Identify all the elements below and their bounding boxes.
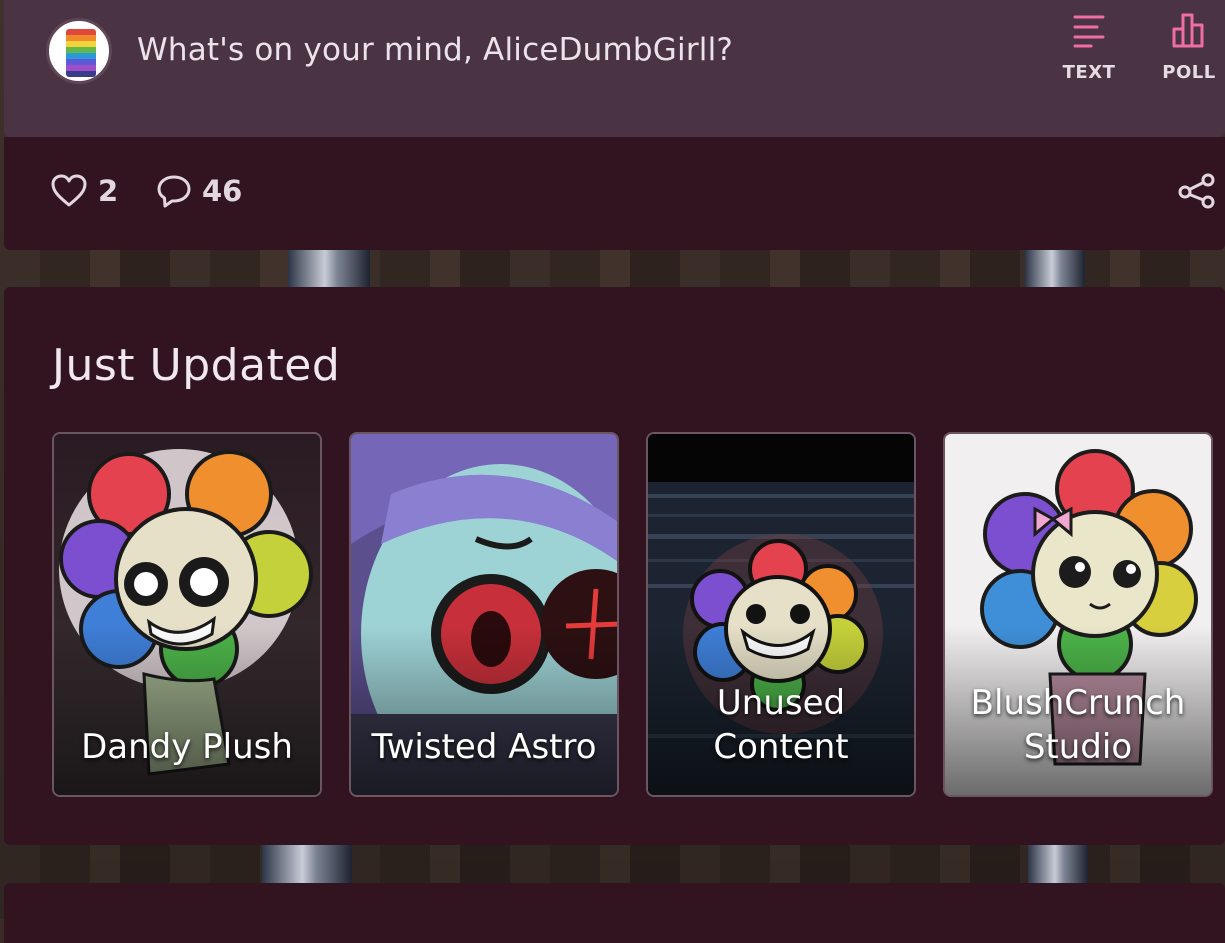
card-name: Dandy Plush (81, 727, 293, 767)
section-title: Just Updated (52, 340, 341, 391)
poll-post-button[interactable]: POLL (1154, 12, 1224, 83)
background-post (288, 250, 370, 290)
text-lines-icon (1073, 15, 1105, 48)
comment-bubble-icon (157, 175, 191, 208)
like-button[interactable]: 2 (50, 173, 118, 209)
post-footer: 2 46 (4, 137, 1225, 250)
post-composer: What's on your mind, AliceDumbGirll? TEX… (4, 0, 1225, 137)
next-section (4, 883, 1225, 943)
background-post (1028, 845, 1088, 885)
poll-bars-icon (1172, 13, 1204, 48)
heart-icon (51, 174, 87, 207)
share-icon (1178, 173, 1215, 209)
composer-prompt[interactable]: What's on your mind, AliceDumbGirll? (137, 32, 733, 68)
background-post (262, 845, 352, 885)
comment-count: 46 (202, 174, 243, 208)
like-count: 2 (98, 174, 119, 208)
community-card-twisted-astro[interactable]: Twisted Astro (349, 432, 619, 797)
card-name: Twisted Astro (371, 727, 597, 767)
text-post-button[interactable]: TEXT (1054, 12, 1124, 83)
just-updated-section: Just Updated Dandy Plush Twisted Astro U… (4, 287, 1225, 845)
avatar[interactable] (46, 18, 112, 84)
comment-button[interactable]: 46 (156, 173, 242, 209)
rainbow-stack-icon (66, 29, 96, 77)
community-card-unused-content[interactable]: Unused Content (646, 432, 916, 797)
background-post (1025, 250, 1085, 290)
card-shade (351, 625, 617, 795)
community-card-blushcrunch-studio[interactable]: BlushCrunch Studio (943, 432, 1213, 797)
share-button[interactable] (1177, 173, 1217, 213)
community-card-dandy-plush[interactable]: Dandy Plush (52, 432, 322, 797)
text-post-label: TEXT (1062, 62, 1116, 83)
card-shade (54, 625, 320, 795)
card-name: Unused Content (713, 683, 849, 767)
card-name: BlushCrunch Studio (970, 683, 1186, 767)
poll-post-label: POLL (1162, 62, 1216, 83)
